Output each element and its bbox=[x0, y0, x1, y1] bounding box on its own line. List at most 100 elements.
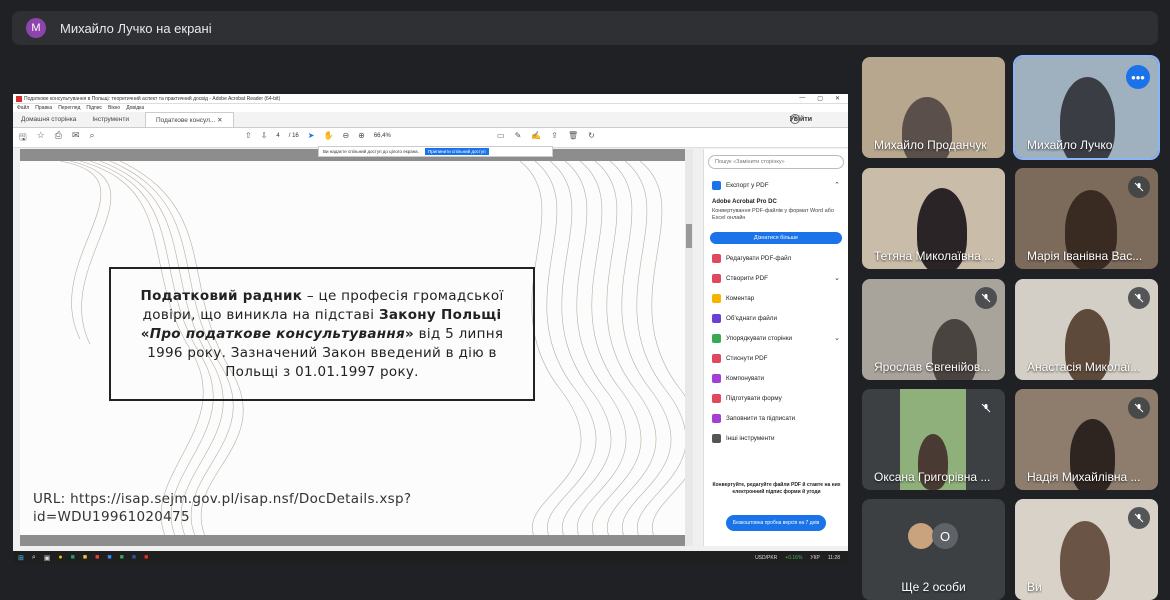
comment-icon[interactable]: ▭ bbox=[497, 131, 505, 140]
acrobat-taskbar-icon[interactable]: ■ bbox=[144, 554, 148, 562]
chrome-icon[interactable]: ● bbox=[58, 554, 62, 562]
app-icon[interactable]: ■ bbox=[95, 554, 99, 562]
learn-more-button[interactable]: Дізнатися більше bbox=[710, 232, 842, 244]
word-icon[interactable]: ■ bbox=[132, 554, 136, 562]
participant-tile[interactable]: ••• Михайло Лучко bbox=[1013, 55, 1160, 160]
mic-off-icon bbox=[1128, 287, 1150, 309]
scrollbar-thumb[interactable] bbox=[686, 224, 692, 248]
ticker-change: +0.16% bbox=[785, 554, 803, 561]
select-tool-icon[interactable]: ➤ bbox=[308, 131, 315, 140]
chevron-up-icon[interactable]: ⌃ bbox=[834, 181, 840, 189]
print-icon[interactable]: ⎙ bbox=[55, 130, 62, 146]
explorer-icon[interactable]: ■ bbox=[83, 554, 87, 562]
ticker-name: USD/PKR bbox=[755, 554, 778, 561]
tool-organize[interactable]: Упорядкувати сторінки ⌄ bbox=[704, 328, 848, 348]
share-icon[interactable]: ⇪ bbox=[551, 131, 558, 140]
signin-button[interactable]: Увійти bbox=[790, 116, 812, 123]
stop-sharing-button[interactable]: Припинити спільний доступ bbox=[424, 148, 489, 155]
tool-edit-pdf[interactable]: Редагувати PDF-файл bbox=[704, 248, 848, 268]
participant-tile[interactable]: Марія Іванівна Вас... bbox=[1015, 168, 1158, 269]
promo-block: Adobe Acrobat Pro DC Конвертування PDF-ф… bbox=[704, 195, 848, 226]
participant-tile[interactable]: Михайло Проданчук bbox=[862, 57, 1005, 158]
tab-home[interactable]: Домашня сторінка bbox=[13, 116, 84, 127]
bookmark-star-icon[interactable]: ☆ bbox=[37, 130, 45, 146]
maximize-icon[interactable]: ▢ bbox=[817, 95, 823, 102]
comment-tool-icon bbox=[712, 293, 721, 303]
app-icon[interactable]: ■ bbox=[120, 554, 124, 562]
compress-icon bbox=[712, 353, 721, 363]
mic-off-icon bbox=[1128, 176, 1150, 198]
presenter-banner: M Михайло Лучко на екрані bbox=[12, 11, 1158, 45]
tool-create-pdf[interactable]: Створити PDF ⌄ bbox=[704, 268, 848, 288]
page-down-icon[interactable]: ⇩ bbox=[261, 131, 268, 140]
app-icon[interactable]: ■ bbox=[107, 554, 111, 562]
tool-label: Заповнити та підписати bbox=[726, 414, 796, 422]
windows-start-icon[interactable]: ⊞ bbox=[18, 554, 24, 562]
zoom-level[interactable]: 66,4% bbox=[374, 133, 391, 139]
hand-tool-icon[interactable]: ✋ bbox=[323, 131, 333, 140]
save-icon[interactable]: 🖫 bbox=[19, 130, 27, 146]
more-tools-icon bbox=[712, 433, 721, 443]
tool-label: Стиснути PDF bbox=[726, 354, 768, 362]
delete-icon[interactable]: 🗑 bbox=[568, 131, 578, 140]
tab-tools[interactable]: Інструменти bbox=[84, 116, 137, 127]
close-icon[interactable]: ✕ bbox=[835, 95, 840, 102]
task-view-icon[interactable]: ▣ bbox=[44, 554, 51, 562]
minimize-icon[interactable]: — bbox=[799, 95, 805, 102]
menu-window[interactable]: Вікно bbox=[108, 105, 120, 111]
tool-more[interactable]: Інші інструменти bbox=[704, 428, 848, 448]
self-tile[interactable]: Ви bbox=[1015, 499, 1158, 600]
participant-name: Тетяна Миколаївна ... bbox=[874, 249, 995, 263]
panel-search-input[interactable]: Пошук «Замінити сторінку» bbox=[708, 155, 844, 169]
participant-tile[interactable]: Анастасія Миколаї... bbox=[1015, 279, 1158, 380]
menu-help[interactable]: Довідка bbox=[126, 105, 144, 111]
zoom-in-icon[interactable]: ⊕ bbox=[358, 131, 365, 140]
export-pdf-item[interactable]: Експорт у PDF ⌃ bbox=[704, 175, 848, 195]
zoom-out-icon[interactable]: ⊖ bbox=[342, 131, 349, 140]
menu-edit[interactable]: Правка bbox=[35, 105, 52, 111]
free-trial-button[interactable]: Безкоштовна пробна версія на 7 днів bbox=[726, 515, 826, 531]
participant-letter-avatar: O bbox=[932, 523, 958, 549]
excel-icon[interactable]: ■ bbox=[71, 554, 75, 562]
menu-view[interactable]: Перегляд bbox=[58, 105, 80, 111]
tool-combine[interactable]: Об'єднати файли bbox=[704, 308, 848, 328]
tool-compress[interactable]: Стиснути PDF bbox=[704, 348, 848, 368]
tool-fill-sign[interactable]: Заповнити та підписати bbox=[704, 408, 848, 428]
menu-sign[interactable]: Підпис bbox=[86, 105, 102, 111]
rotate-icon[interactable]: ↻ bbox=[588, 131, 595, 140]
menu-file[interactable]: Файл bbox=[17, 105, 29, 111]
quote-law-close: » bbox=[404, 325, 414, 342]
document-scrollbar[interactable] bbox=[685, 149, 693, 546]
tool-prepare-form[interactable]: Підготувати форму bbox=[704, 388, 848, 408]
tool-label: Підготувати форму bbox=[726, 394, 782, 402]
acrobat-toolbar: 🖫 ☆ ⎙ ✉ ⌕ ⇧ ⇩ 4 / 16 ➤ ✋ ⊖ ⊕ 66,4% ▭ ✎ ✍… bbox=[13, 128, 848, 148]
combine-icon bbox=[712, 313, 721, 323]
participant-tile[interactable]: Тетяна Миколаївна ... bbox=[862, 168, 1005, 269]
panel-bottom-text: Конвертуйте, редагуйте файли PDF й ставт… bbox=[712, 482, 841, 495]
tab-document[interactable]: Податкове консул... ✕ bbox=[144, 112, 234, 127]
taskbar-search-icon[interactable]: ⌕ bbox=[32, 554, 36, 562]
highlight-icon[interactable]: ✎ bbox=[515, 131, 522, 140]
page-up-icon[interactable]: ⇧ bbox=[245, 131, 252, 140]
participant-name: Михайло Проданчук bbox=[874, 138, 987, 152]
participant-tile[interactable]: Надія Михайлівна ... bbox=[1015, 389, 1158, 490]
tool-compose[interactable]: Компонувати bbox=[704, 368, 848, 388]
mail-icon[interactable]: ✉ bbox=[72, 130, 80, 146]
participant-tile[interactable]: Оксана Григорівна ... bbox=[862, 389, 1005, 490]
language-indicator[interactable]: УКР bbox=[810, 555, 819, 561]
tab-bar: Домашня сторінка Інструменти Податкове к… bbox=[13, 112, 848, 128]
quote-box: Податковий радник – це професія громадсь… bbox=[109, 267, 535, 401]
presenter-avatar: M bbox=[26, 18, 46, 38]
search-icon[interactable]: ⌕ bbox=[90, 130, 95, 146]
fill-sign-icon bbox=[712, 413, 721, 423]
chevron-down-icon[interactable]: ⌄ bbox=[834, 274, 840, 282]
sign-icon[interactable]: ✍ bbox=[531, 131, 541, 140]
chevron-down-icon[interactable]: ⌄ bbox=[834, 334, 840, 342]
acrobat-titlebar: Податкове консультування в Польщі: теоре… bbox=[13, 94, 848, 104]
page-current[interactable]: 4 bbox=[276, 133, 279, 139]
tool-comment[interactable]: Коментар bbox=[704, 288, 848, 308]
more-participants-tile[interactable]: O Ще 2 особи bbox=[862, 499, 1005, 600]
participant-tile[interactable]: Ярослав Євгенійов... bbox=[862, 279, 1005, 380]
page-gap-bottom bbox=[20, 535, 685, 546]
more-options-icon[interactable]: ••• bbox=[1126, 65, 1150, 89]
